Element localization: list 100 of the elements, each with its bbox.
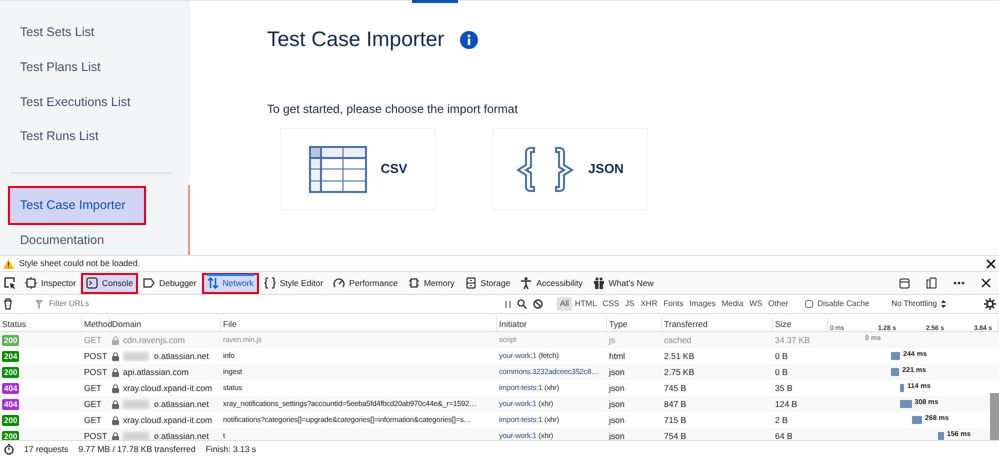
devtools-tab[interactable]: Debugger: [138, 272, 202, 294]
block-icon[interactable]: [533, 299, 543, 309]
filter-type-button[interactable]: Fonts: [660, 297, 686, 311]
debugger-icon: [143, 277, 156, 289]
settings-icon[interactable]: [984, 298, 996, 310]
sidebar-item[interactable]: Test Sets List: [10, 15, 172, 50]
status-code: 200: [2, 334, 20, 346]
summary-text: 9.77 MB / 17.78 KB transferred: [78, 442, 196, 456]
disable-cache-checkbox[interactable]: [805, 300, 814, 308]
devtools-tab[interactable]: What's New: [588, 272, 659, 294]
person-icon: [520, 277, 532, 289]
status-code: 204: [2, 350, 20, 362]
scroll-indicator: [188, 185, 190, 255]
method-cell-text: GET: [83, 398, 102, 410]
size-cell-text: 35 B: [774, 382, 794, 394]
updown-icon: [941, 300, 946, 308]
method-cell-text: GET: [83, 382, 102, 394]
type-cell-text: json: [608, 382, 626, 394]
filter-type-button[interactable]: Media: [718, 297, 746, 311]
filter-type-button[interactable]: XHR: [637, 297, 660, 311]
sidebar-item[interactable]: Test Plans List: [10, 50, 172, 84]
braces-icon: [264, 277, 276, 289]
devtools-tab[interactable]: Inspector: [20, 272, 81, 294]
devtools-tab[interactable]: Style Editor: [258, 272, 328, 294]
filter-type-button[interactable]: All: [557, 297, 572, 311]
throttling-select[interactable]: No Throttling: [891, 298, 946, 310]
filter-type-button[interactable]: CSS: [600, 297, 622, 311]
storage-icon: [464, 277, 477, 289]
timing-bar: [891, 352, 900, 360]
filter-type-button[interactable]: Images: [686, 297, 719, 311]
devtools-tab[interactable]: Performance: [328, 272, 403, 294]
table-icon: [308, 146, 367, 193]
search-icon[interactable]: [517, 299, 527, 309]
size-cell-text: 0 B: [774, 366, 789, 378]
status-code: 200: [2, 430, 20, 442]
transferred-cell-text: 715 B: [663, 414, 688, 426]
chip-icon: [408, 277, 420, 289]
status-code: 404: [2, 398, 20, 410]
close-icon[interactable]: [981, 278, 991, 288]
lock-icon: [112, 400, 119, 408]
lock-icon: [112, 384, 119, 392]
transferred-cell-text: 745 B: [663, 382, 688, 394]
type-cell-text: json: [608, 430, 626, 442]
sidebar-item[interactable]: Test Case Importer: [10, 188, 144, 223]
summary-text: Finish: 3.13 s: [206, 442, 256, 456]
filter-field[interactable]: Filter URLs: [47, 297, 347, 311]
domain-cell: api.atlassian.com: [123, 366, 189, 378]
trash-icon[interactable]: [3, 298, 13, 310]
transferred-cell-text: 2.75 KB: [663, 366, 696, 378]
transferred-cell-text: 754 B: [663, 430, 688, 442]
filter-type-button[interactable]: Other: [765, 297, 792, 311]
devtools-tab[interactable]: Console: [80, 272, 138, 294]
devtools-tab[interactable]: Storage: [460, 272, 516, 294]
more-icon[interactable]: [953, 281, 965, 285]
dock-icon[interactable]: [899, 278, 910, 288]
responsive-design-icon[interactable]: [926, 277, 937, 289]
close-icon[interactable]: [986, 258, 996, 268]
domain-cell: o.atlassian.net: [154, 350, 209, 362]
type-cell-text: json: [608, 366, 626, 378]
size-cell-text: 34.37 KB: [774, 334, 811, 346]
redaction-blur: [123, 400, 149, 408]
type-cell-text: js: [608, 334, 616, 346]
domain-cell: xray.cloud.xpand-it.com: [123, 382, 212, 394]
filter-type-button[interactable]: WS: [746, 297, 766, 311]
status-code: 200: [2, 366, 20, 378]
element-picker-icon[interactable]: [4, 277, 16, 290]
method-cell-text: POST: [83, 366, 108, 378]
format-card[interactable]: CSV: [280, 128, 436, 210]
filter-type-button[interactable]: HTML: [572, 297, 600, 311]
timing-bar: [912, 416, 922, 424]
type-cell-text: json: [608, 398, 626, 410]
stopwatch-icon: [4, 444, 14, 454]
sidebar-item[interactable]: Test Runs List: [10, 119, 172, 154]
sidebar-item[interactable]: Test Executions List: [10, 84, 172, 120]
console-icon: [86, 277, 98, 289]
timing-bar: [900, 400, 912, 408]
devtools-tab[interactable]: Network: [202, 272, 259, 294]
gift-icon: [592, 277, 605, 289]
filter-type-button[interactable]: JS: [622, 297, 638, 311]
method-cell-text: GET: [83, 414, 102, 426]
domain-cell: o.atlassian.net: [154, 430, 209, 442]
devtools-tab[interactable]: Memory: [402, 272, 460, 294]
lock-icon: [112, 336, 119, 344]
warning-message: Style sheet could not be loaded.: [19, 257, 140, 270]
devtools-tab[interactable]: Accessibility: [515, 272, 588, 294]
method-cell-text: POST: [83, 430, 108, 442]
gauge-icon: [333, 277, 346, 289]
domain-cell: cdn.ravenjs.com: [123, 334, 185, 346]
lock-icon: [112, 416, 119, 424]
tab-indicator: [412, 0, 458, 3]
domain-cell: o.atlassian.net: [154, 398, 209, 410]
format-card[interactable]: JSON: [492, 128, 648, 210]
size-cell-text: 124 B: [774, 398, 798, 410]
method-cell-text: GET: [83, 334, 102, 346]
redaction-blur: [123, 352, 149, 360]
status-code: 404: [2, 382, 20, 394]
transferred-cell-text: cached: [663, 334, 692, 346]
arrows-icon: [206, 277, 218, 289]
pause-icon[interactable]: [505, 300, 511, 308]
sidebar-item[interactable]: Documentation: [10, 222, 172, 258]
